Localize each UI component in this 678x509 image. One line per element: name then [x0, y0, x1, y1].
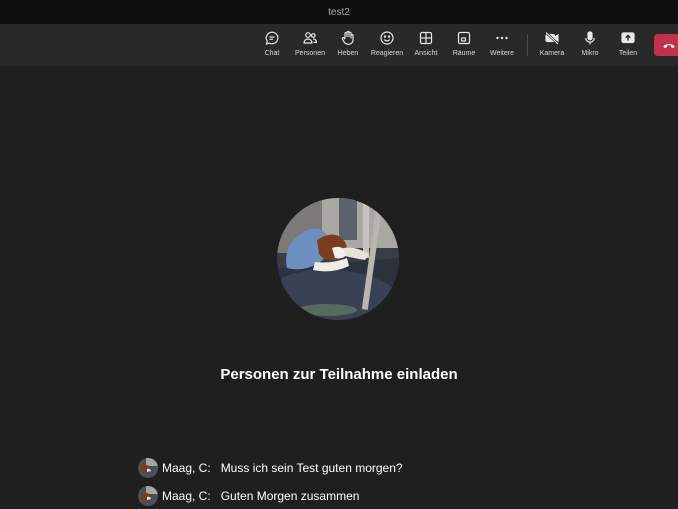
hang-up-icon	[663, 44, 675, 49]
rooms-icon	[457, 31, 471, 45]
window-title: test2	[328, 6, 350, 18]
title-bar: test2	[0, 0, 678, 24]
more-icon	[496, 36, 508, 40]
message-text: Muss ich sein Test guten morgen?	[220, 461, 403, 475]
share-screen-icon	[621, 32, 635, 44]
meeting-toolbar: Chat Personen Heben Reagieren Ansicht Rä…	[0, 24, 678, 66]
sender-avatar	[138, 458, 158, 478]
camera-button[interactable]: Kamera	[532, 28, 572, 62]
dog-photo	[277, 198, 399, 320]
people-button[interactable]: Personen	[290, 28, 330, 62]
share-label: Teilen	[618, 50, 638, 57]
breakout-rooms-button[interactable]: Räume	[444, 28, 484, 62]
invite-people-text[interactable]: Personen zur Teilnahme einladen	[0, 366, 678, 383]
grid-icon	[419, 31, 433, 45]
sender-avatar	[138, 486, 158, 506]
people-icon	[303, 32, 318, 44]
message-author: Maag, C:	[162, 489, 211, 503]
smiley-icon	[380, 31, 394, 45]
mic-button[interactable]: Mikro	[570, 28, 610, 62]
participant-avatar	[277, 198, 399, 320]
people-label: Personen	[295, 50, 325, 57]
react-label: Reagieren	[370, 50, 404, 57]
microphone-icon	[585, 31, 595, 45]
view-label: Ansicht	[414, 50, 438, 57]
chat-label: Chat	[264, 50, 280, 57]
message-author: Maag, C:	[162, 461, 211, 475]
more-label: Weitere	[490, 50, 514, 57]
leave-button[interactable]	[654, 34, 678, 56]
toolbar-divider	[527, 34, 528, 56]
chat-bubble-message: Maag, C: Guten Morgen zusammen	[138, 486, 359, 506]
chat-bubble-message: Maag, C: Muss ich sein Test guten morgen…	[138, 458, 403, 478]
camera-label: Kamera	[539, 50, 565, 57]
view-button[interactable]: Ansicht	[406, 28, 446, 62]
mic-label: Mikro	[581, 50, 599, 57]
raise-hand-label: Heben	[337, 50, 359, 57]
chat-icon	[265, 31, 279, 45]
camera-off-icon	[545, 31, 559, 45]
more-button[interactable]: Weitere	[482, 28, 522, 62]
react-button[interactable]: Reagieren	[367, 28, 407, 62]
share-button[interactable]: Teilen	[608, 28, 648, 62]
chat-button[interactable]: Chat	[252, 28, 292, 62]
rooms-label: Räume	[452, 50, 476, 57]
raise-hand-button[interactable]: Heben	[328, 28, 368, 62]
message-text: Guten Morgen zusammen	[220, 489, 360, 503]
hand-icon	[341, 30, 354, 45]
